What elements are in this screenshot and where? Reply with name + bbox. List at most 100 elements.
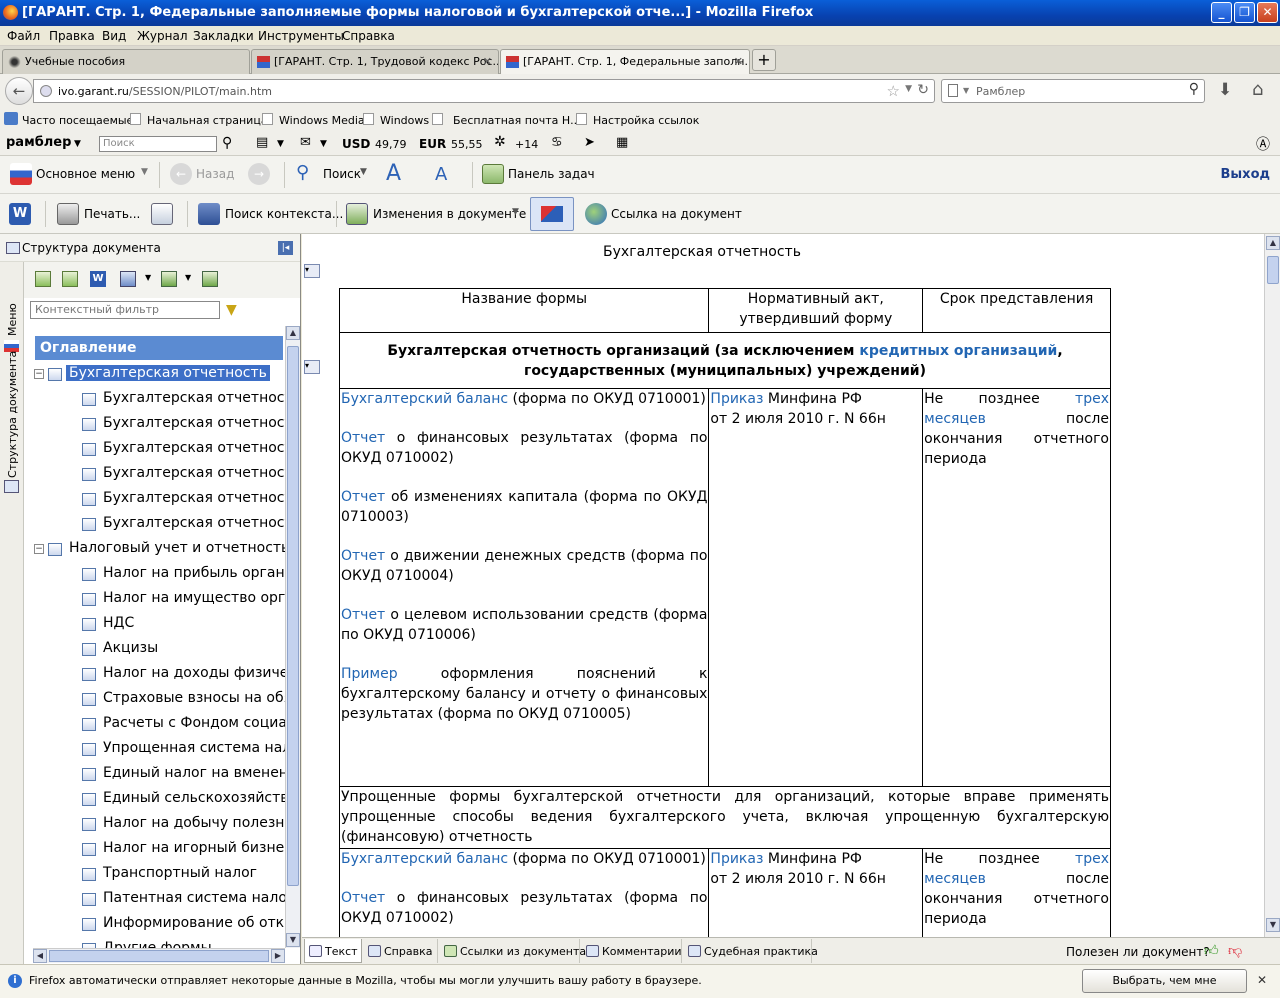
bookmark-mail[interactable]: Бесплатная почта Н...: [453, 114, 581, 127]
bookmark-windows[interactable]: Windows: [380, 114, 429, 127]
search-icon[interactable]: ⚲: [1189, 81, 1199, 97]
bookmark-links[interactable]: Настройка ссылок: [593, 114, 699, 127]
credit-orgs-link[interactable]: кредитных организаций: [859, 343, 1057, 359]
reload-icon[interactable]: ↻: [917, 82, 929, 98]
close-button[interactable]: ✕: [1257, 2, 1278, 23]
taskbar-button[interactable]: Панель задач: [508, 167, 595, 181]
scroll-up-icon[interactable]: ▲: [286, 326, 300, 340]
back-arrow-icon[interactable]: ←: [5, 77, 33, 105]
toc-node[interactable]: Единый сельскохозяйственн: [33, 787, 285, 811]
form-link[interactable]: Отчет: [341, 548, 385, 564]
back-icon[interactable]: ←: [170, 163, 192, 185]
rambler-search-input[interactable]: Поиск: [99, 136, 217, 152]
menu-history[interactable]: Журнал: [137, 29, 188, 43]
form-link[interactable]: Отчет: [341, 430, 385, 446]
dropdown-arrow-icon[interactable]: ▼: [185, 273, 191, 282]
import-icon[interactable]: [161, 271, 177, 287]
scroll-left-icon[interactable]: ◀: [33, 949, 47, 963]
doc-changes-button[interactable]: Изменения в документе: [373, 207, 526, 221]
dropdown-arrow-icon[interactable]: ▼: [74, 139, 81, 149]
toc-node[interactable]: Бухгалтерская отчетность об: [33, 412, 285, 436]
scroll-thumb[interactable]: [49, 950, 269, 962]
copy-document-icon[interactable]: [151, 203, 173, 225]
toc-node[interactable]: Транспортный налог: [33, 862, 285, 886]
dropdown-arrow-icon[interactable]: ▼: [145, 273, 151, 282]
font-increase-icon[interactable]: A: [386, 161, 401, 186]
vtab-menu[interactable]: Меню: [6, 303, 19, 336]
rambler-logo[interactable]: рамблер: [6, 135, 71, 150]
print-button[interactable]: Печать...: [84, 207, 140, 221]
garant-logo-button[interactable]: [530, 197, 574, 231]
tv-icon[interactable]: ▦: [616, 135, 628, 150]
expand-all-icon[interactable]: [35, 271, 51, 287]
close-tab-icon[interactable]: ✕: [734, 55, 743, 68]
mail-icon[interactable]: ✉: [300, 135, 311, 150]
form-link[interactable]: Бухгалтерский баланс: [341, 851, 508, 867]
toc-node[interactable]: Другие формы: [33, 937, 285, 948]
dropdown-arrow-icon[interactable]: ▼: [963, 86, 969, 95]
menu-help[interactable]: Справка: [342, 29, 395, 43]
toc-node[interactable]: Страховые взносы на обяза: [33, 687, 285, 711]
search-box[interactable]: ▼ Рамблер ⚲: [941, 79, 1205, 103]
toc-node[interactable]: − Налоговый учет и отчетность: [33, 537, 285, 561]
toc-node[interactable]: Расчеты с Фондом социальн: [33, 712, 285, 736]
form-link[interactable]: Бухгалтерский баланс: [341, 391, 508, 407]
tab-links-from-doc[interactable]: Ссылки из документа: [440, 939, 586, 963]
close-tab-icon[interactable]: ✕: [483, 55, 492, 68]
thumbs-up-icon[interactable]: 👍︎: [1204, 942, 1219, 959]
tab-trudovoy[interactable]: [ГАРАНТ. Стр. 1, Трудовой кодекс Рос... …: [251, 49, 499, 74]
context-search-button[interactable]: Поиск контекста...: [225, 207, 343, 221]
scroll-thumb[interactable]: [1267, 256, 1279, 284]
structure-marker-icon[interactable]: ▾: [304, 264, 320, 278]
collapse-panel-icon[interactable]: |◂: [278, 241, 293, 255]
toc-node[interactable]: Единый налог на вмененный: [33, 762, 285, 786]
dropdown-arrow-icon[interactable]: ▼: [512, 207, 519, 217]
toc-node[interactable]: Информирование об открыт: [33, 912, 285, 936]
send-icon[interactable]: ➤: [584, 135, 595, 150]
maximize-button[interactable]: ❐: [1234, 2, 1255, 23]
toc-node[interactable]: НДС: [33, 612, 285, 636]
doc-link-button[interactable]: Ссылка на документ: [611, 207, 742, 221]
form-link[interactable]: Пример: [341, 666, 398, 682]
usd-value[interactable]: 49,79: [375, 138, 407, 151]
toc-node[interactable]: Патентная система налогооб: [33, 887, 285, 911]
search-button[interactable]: Поиск: [323, 167, 361, 181]
weather-value[interactable]: +14: [515, 138, 538, 151]
toc-node[interactable]: Бухгалтерская отчетность ст: [33, 437, 285, 461]
word-export-icon[interactable]: W: [9, 203, 31, 225]
search-icon[interactable]: ⚲: [222, 135, 232, 151]
scroll-down-icon[interactable]: ▼: [286, 933, 300, 947]
scroll-up-icon[interactable]: ▲: [1266, 236, 1280, 250]
news-icon[interactable]: ▤: [256, 135, 268, 150]
tab-federalnye[interactable]: [ГАРАНТ. Стр. 1, Федеральные заполн... ✕: [500, 49, 750, 75]
toc-node[interactable]: Налог на игорный бизнес: [33, 837, 285, 861]
back-button[interactable]: Назад: [196, 167, 234, 181]
expand-toggle-icon[interactable]: −: [34, 369, 44, 379]
order-link[interactable]: Приказ: [710, 851, 763, 867]
scroll-down-icon[interactable]: ▼: [1266, 918, 1280, 932]
form-link[interactable]: Отчет: [341, 890, 385, 906]
context-filter-input[interactable]: Контекстный фильтр: [30, 301, 220, 319]
exit-link[interactable]: Выход: [1221, 167, 1270, 182]
dropdown-arrow-icon[interactable]: ▼: [320, 139, 327, 149]
form-link[interactable]: Отчет: [341, 607, 385, 623]
menu-view[interactable]: Вид: [102, 29, 126, 43]
toc-node[interactable]: Упрощенная система налого: [33, 737, 285, 761]
form-link[interactable]: Отчет: [341, 489, 385, 505]
minimize-button[interactable]: _: [1211, 2, 1232, 23]
toc-node[interactable]: Бухгалтерская отчетность ор: [33, 387, 285, 411]
toc-node[interactable]: Акцизы: [33, 637, 285, 661]
toc-node[interactable]: Налог на имущество организ: [33, 587, 285, 611]
scroll-right-icon[interactable]: ▶: [271, 949, 285, 963]
menu-bookmarks[interactable]: Закладки: [193, 29, 254, 43]
search-icon[interactable]: ⚲: [296, 162, 318, 184]
menu-tools[interactable]: Инструменты: [258, 29, 344, 43]
tab-text[interactable]: Текст: [304, 939, 362, 963]
dropdown-arrow-icon[interactable]: ▼: [360, 167, 367, 177]
document-vertical-scrollbar[interactable]: ▲ ▼: [1264, 234, 1280, 937]
toc-node[interactable]: Налог на доходы физически: [33, 662, 285, 686]
structure-marker-icon[interactable]: ▾: [304, 360, 320, 374]
toc-node[interactable]: Налог на добычу полезных и: [33, 812, 285, 836]
star-icon[interactable]: ☆: [887, 82, 900, 100]
tree-vertical-scrollbar[interactable]: ▲ ▼: [285, 326, 300, 948]
